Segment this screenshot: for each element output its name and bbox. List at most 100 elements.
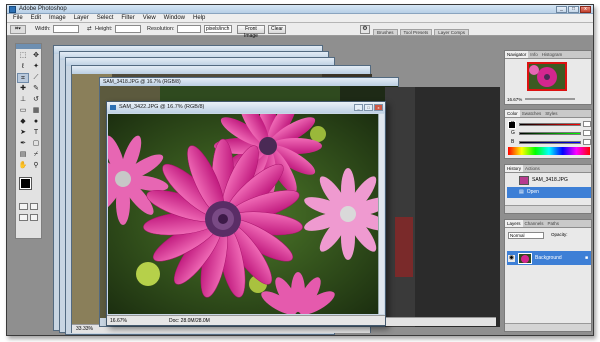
blend-mode-select[interactable]: Normal — [508, 232, 544, 239]
history-state-open[interactable]: ▤ Open — [507, 187, 591, 198]
swap-icon[interactable]: ⇄ — [87, 26, 92, 32]
tab-histogram[interactable]: Histogram — [540, 51, 565, 58]
tab-history[interactable]: History — [505, 165, 524, 172]
toolbox: ⬚ ✥ ℓ ✦ ⌗ ⟋ ✚ ✎ ⊥ ↺ ▭ ▦ ◆ ● ➤ T ✒ ▢ ▤ ⌿ … — [15, 43, 42, 239]
document-zoom-level[interactable]: 33.33% — [76, 326, 93, 332]
menu-file[interactable]: File — [9, 14, 27, 22]
screen-mode-full-button[interactable] — [29, 214, 38, 221]
marquee-tool-icon[interactable]: ⬚ — [17, 51, 29, 61]
menu-filter[interactable]: Filter — [117, 14, 138, 22]
tab-navigator[interactable]: Navigator — [505, 51, 529, 58]
tab-layers[interactable]: Layers — [505, 220, 523, 227]
minimize-button[interactable]: _ — [556, 6, 567, 13]
document-status-bar: 16.67% Doc: 28.0M/28.0M — [107, 315, 385, 325]
menu-layer[interactable]: Layer — [70, 14, 93, 22]
notes-tool-icon[interactable]: ▤ — [17, 150, 29, 160]
hand-tool-icon[interactable]: ✋ — [17, 161, 29, 171]
tab-info[interactable]: Info — [528, 51, 540, 58]
layer-name: Background — [535, 255, 562, 261]
move-tool-icon[interactable]: ✥ — [30, 51, 42, 61]
document-title-bar[interactable]: SAM_3422.JPG @ 16.7% (RGB/8) _ □ x — [107, 102, 385, 113]
crop-tool-preset-picker[interactable]: ⌗▾ — [10, 25, 26, 34]
lasso-tool-icon[interactable]: ℓ — [17, 62, 29, 72]
front-image-button[interactable]: Front Image — [237, 25, 265, 39]
navigator-thumbnail[interactable] — [527, 62, 567, 91]
menu-edit[interactable]: Edit — [27, 14, 45, 22]
layer-background[interactable]: ◉ Background ■ — [507, 251, 591, 265]
clone-stamp-icon[interactable]: ⊥ — [17, 95, 29, 105]
resolution-unit-select[interactable]: pixels/inch — [204, 25, 232, 33]
red-slider[interactable] — [519, 123, 581, 126]
history-snapshot[interactable]: SAM_3418.JPG — [507, 175, 591, 186]
channel-r-label: R — [511, 121, 515, 127]
history-brush-icon[interactable]: ↺ — [30, 95, 42, 105]
doc-minimize-button[interactable]: _ — [354, 104, 363, 111]
menu-window[interactable]: Window — [160, 14, 189, 22]
brush-tool-icon[interactable]: ✎ — [30, 84, 42, 94]
quick-mask-button[interactable] — [29, 203, 38, 210]
title-bar: Adobe Photoshop _ □ x — [7, 5, 593, 14]
navigator-zoom-slider[interactable] — [525, 98, 575, 100]
screen-mode-standard-button[interactable] — [19, 214, 28, 221]
green-value-field[interactable] — [583, 130, 591, 136]
maximize-button[interactable]: □ — [568, 6, 579, 13]
document-window-sam3422[interactable]: SAM_3422.JPG @ 16.7% (RGB/8) _ □ x 16.67… — [106, 101, 386, 326]
eye-icon[interactable]: ◉ — [508, 254, 515, 262]
type-tool-icon[interactable]: T — [30, 128, 42, 138]
menu-image[interactable]: Image — [45, 14, 70, 22]
eyedropper-icon[interactable]: ⌿ — [30, 150, 42, 160]
width-field[interactable] — [53, 25, 79, 33]
blue-slider[interactable] — [519, 141, 581, 144]
well-tab-tool-presets[interactable]: Tool Presets — [399, 29, 433, 35]
color-palette: Color Swatches Styles R G B — [504, 109, 592, 159]
height-field[interactable] — [115, 25, 141, 33]
color-spectrum-bar[interactable] — [508, 147, 590, 155]
history-snapshot-thumb — [519, 176, 529, 185]
resolution-field[interactable] — [177, 25, 201, 33]
menu-view[interactable]: View — [139, 14, 160, 22]
resolution-label: Resolution: — [147, 26, 175, 32]
foreground-color-swatch[interactable] — [19, 177, 32, 190]
path-selection-icon[interactable]: ➤ — [17, 128, 29, 138]
palette-well-icon[interactable]: ⚙ — [360, 25, 370, 34]
tab-styles[interactable]: Styles — [543, 110, 559, 117]
menu-select[interactable]: Select — [93, 14, 118, 22]
menu-help[interactable]: Help — [189, 14, 209, 22]
eraser-tool-icon[interactable]: ▭ — [17, 106, 29, 116]
green-slider[interactable] — [519, 132, 581, 135]
document-zoom-level[interactable]: 16.67% — [110, 316, 127, 326]
tab-channels[interactable]: Channels — [523, 220, 546, 227]
opacity-label: Opacity: — [551, 232, 568, 237]
red-value-field[interactable] — [583, 121, 591, 127]
crop-tool-icon[interactable]: ⌗ — [17, 73, 29, 83]
height-label: Height: — [95, 26, 113, 32]
zoom-tool-icon[interactable]: ⚲ — [30, 161, 42, 171]
navigator-zoom-value[interactable]: 16.67% — [507, 97, 522, 102]
photoshop-window: Adobe Photoshop _ □ x File Edit Image La… — [6, 4, 594, 336]
doc-maximize-button[interactable]: □ — [364, 104, 373, 111]
document-title: SAM_3418.JPG @ 16.7% (RGB/8) — [100, 78, 398, 86]
slice-tool-icon[interactable]: ⟋ — [30, 73, 42, 83]
doc-close-button[interactable]: x — [374, 104, 383, 111]
tab-swatches[interactable]: Swatches — [520, 110, 544, 117]
image-canvas[interactable] — [108, 114, 378, 314]
well-tab-layer-comps[interactable]: Layer Comps — [434, 29, 470, 35]
blue-value-field[interactable] — [583, 139, 591, 145]
vertical-scrollbar[interactable] — [378, 114, 384, 314]
well-tab-brushes[interactable]: Brushes — [373, 29, 398, 35]
clear-button[interactable]: Clear — [268, 25, 286, 34]
tab-actions[interactable]: Actions — [523, 165, 542, 172]
standard-mode-button[interactable] — [19, 203, 28, 210]
shape-tool-icon[interactable]: ▢ — [30, 139, 42, 149]
lock-icon: ■ — [584, 255, 588, 261]
gradient-tool-icon[interactable]: ▦ — [30, 106, 42, 116]
magic-wand-icon[interactable]: ✦ — [30, 62, 42, 72]
pen-tool-icon[interactable]: ✒ — [17, 139, 29, 149]
blur-tool-icon[interactable]: ◆ — [17, 117, 29, 127]
tab-color[interactable]: Color — [505, 110, 520, 117]
document-size-info[interactable]: Doc: 28.0M/28.0M — [169, 316, 210, 326]
tab-paths[interactable]: Paths — [546, 220, 562, 227]
healing-brush-icon[interactable]: ✚ — [17, 84, 29, 94]
dodge-tool-icon[interactable]: ● — [30, 117, 42, 127]
close-button[interactable]: x — [580, 6, 591, 13]
